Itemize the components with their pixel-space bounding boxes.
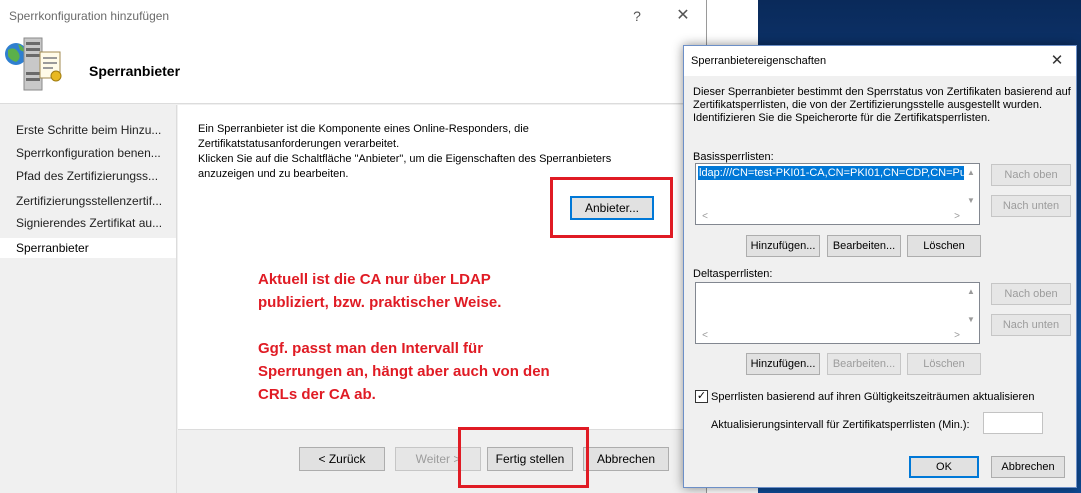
annotation-text: Aktuell ist die CA nur über LDAP publizi… <box>258 268 550 406</box>
wizard-header: Sperranbieter <box>0 32 706 104</box>
annotation-line: CRLs der CA ab. <box>258 386 376 403</box>
description-line: Klicken Sie auf die Schaltfläche "Anbiet… <box>198 153 612 165</box>
description-line: anzuzeigen und zu bearbeiten. <box>198 168 349 180</box>
scroll-down-icon[interactable]: ▼ <box>965 195 977 207</box>
wizard-title: Sperrkonfiguration hinzufügen <box>9 9 170 23</box>
annotation-line: Sperrungen an, hängt aber auch von den <box>258 363 550 380</box>
properties-titlebar: Sperranbietereigenschaften ✕ <box>684 46 1076 76</box>
properties-description: Dieser Sperranbieter bestimmt den Sperrs… <box>693 86 1071 125</box>
base-crl-list[interactable]: ldap:///CN=test-PKI01-CA,CN=PKI01,CN=CDP… <box>695 163 980 225</box>
base-edit-button[interactable]: Bearbeiten... <box>827 235 901 257</box>
sidebar-item-ca-certificate[interactable]: Zertifizierungsstellenzertif... <box>0 191 176 211</box>
base-move-up-button[interactable]: Nach oben <box>991 164 1071 186</box>
delta-edit-button[interactable]: Bearbeiten... <box>827 353 901 375</box>
help-button[interactable]: ? <box>624 6 650 26</box>
description-line: Zertifikatsperrlisten, die von der Zerti… <box>693 99 1043 111</box>
delta-move-up-button[interactable]: Nach oben <box>991 283 1071 305</box>
annotation-line: publiziert, bzw. praktischer Weise. <box>258 294 502 311</box>
scroll-down-icon[interactable]: ▼ <box>965 314 977 326</box>
annotation-line: Ggf. passt man den Intervall für <box>258 340 484 357</box>
base-add-button[interactable]: Hinzufügen... <box>746 235 820 257</box>
update-crl-checkbox[interactable]: ✓ <box>695 390 708 403</box>
delta-crl-label: Deltasperrlisten: <box>693 268 773 280</box>
annotation-line: Aktuell ist die CA nur über LDAP <box>258 271 491 288</box>
list-item[interactable]: ldap:///CN=test-PKI01-CA,CN=PKI01,CN=CDP… <box>698 166 964 180</box>
annotation-highlight-anbieter <box>550 177 673 238</box>
sidebar-item-getting-started[interactable]: Erste Schritte beim Hinzu... <box>0 120 176 140</box>
scroll-left-icon[interactable]: < <box>699 211 711 223</box>
ok-button[interactable]: OK <box>909 456 979 478</box>
description-line: Identifizieren Sie die Speicherorte für … <box>693 112 991 124</box>
wizard-window: Sperrkonfiguration hinzufügen ? ✕ Sperra… <box>0 0 707 493</box>
scroll-up-icon[interactable]: ▲ <box>965 167 977 179</box>
footer-separator <box>178 429 706 430</box>
description-line: Ein Sperranbieter ist die Komponente ein… <box>198 123 529 135</box>
interval-label: Aktualisierungsintervall für Zertifikats… <box>711 419 970 431</box>
base-move-down-button[interactable]: Nach unten <box>991 195 1071 217</box>
base-delete-button[interactable]: Löschen <box>907 235 981 257</box>
sidebar-item-signing-certificate[interactable]: Signierendes Zertifikat au... <box>0 213 176 233</box>
delta-crl-list[interactable]: ▲ ▼ < > <box>695 282 980 344</box>
properties-dialog: Sperranbietereigenschaften ✕ Dieser Sper… <box>683 45 1077 488</box>
scroll-right-icon[interactable]: > <box>951 330 963 342</box>
properties-close-button[interactable]: ✕ <box>1044 50 1070 72</box>
wizard-titlebar: Sperrkonfiguration hinzufügen ? ✕ <box>0 0 706 32</box>
back-button[interactable]: < Zurück <box>299 447 385 471</box>
scroll-left-icon[interactable]: < <box>699 330 711 342</box>
scroll-right-icon[interactable]: > <box>951 211 963 223</box>
sidebar-item-revocation-provider[interactable]: Sperranbieter <box>0 238 176 258</box>
wizard-close-button[interactable]: ✕ <box>669 5 697 27</box>
scroll-up-icon[interactable]: ▲ <box>965 286 977 298</box>
wizard-sidebar: Erste Schritte beim Hinzu... Sperrkonfig… <box>0 105 177 493</box>
description-line: Zertifikatstatusanforderungen verarbeite… <box>198 138 400 150</box>
description-line: Dieser Sperranbieter bestimmt den Sperrs… <box>693 86 1071 98</box>
page-description: Ein Sperranbieter ist die Komponente ein… <box>198 122 612 182</box>
properties-cancel-button[interactable]: Abbrechen <box>991 456 1065 478</box>
properties-title: Sperranbietereigenschaften <box>691 55 827 67</box>
update-crl-checkbox-label: Sperrlisten basierend auf ihren Gültigke… <box>711 391 1035 403</box>
delta-add-button[interactable]: Hinzufügen... <box>746 353 820 375</box>
base-crl-label: Basissperrlisten: <box>693 151 774 163</box>
sidebar-item-ca-path[interactable]: Pfad des Zertifizierungss... <box>0 166 176 186</box>
delta-move-down-button[interactable]: Nach unten <box>991 314 1071 336</box>
server-certificate-icon <box>5 37 62 91</box>
page-title: Sperranbieter <box>89 63 181 79</box>
cancel-button[interactable]: Abbrechen <box>583 447 669 471</box>
interval-input[interactable] <box>983 412 1043 434</box>
annotation-highlight-finish <box>458 427 589 488</box>
sidebar-item-name-config[interactable]: Sperrkonfiguration benen... <box>0 143 176 163</box>
delta-delete-button[interactable]: Löschen <box>907 353 981 375</box>
